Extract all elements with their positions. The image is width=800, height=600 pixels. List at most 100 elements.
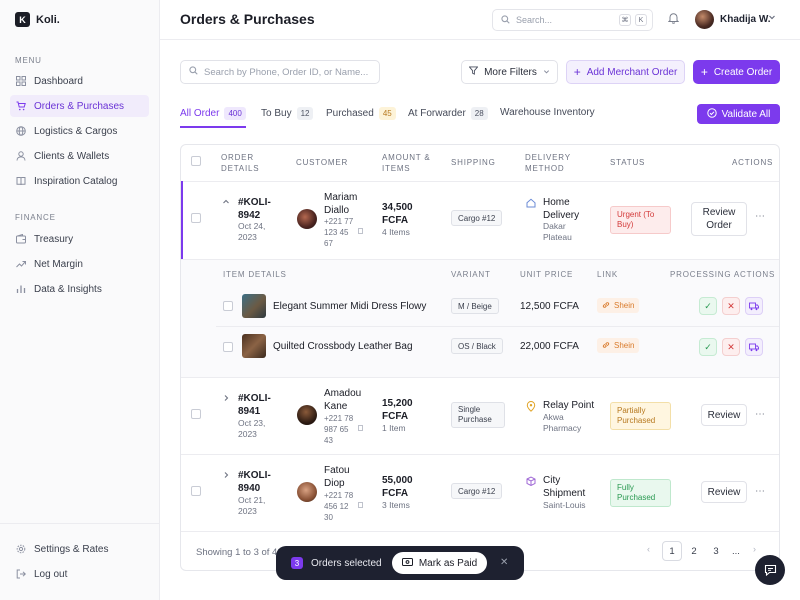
chevron-up-icon[interactable] bbox=[222, 198, 230, 208]
sidebar-item-treasury[interactable]: Treasury bbox=[10, 228, 149, 250]
delivery-method: Home Delivery bbox=[543, 197, 580, 221]
search-placeholder: Search... bbox=[516, 15, 553, 25]
copy-icon[interactable] bbox=[358, 227, 364, 236]
tab-label: To Buy bbox=[261, 108, 292, 119]
reject-x-icon[interactable]: ✕ bbox=[722, 338, 740, 356]
sidebar-item-logout[interactable]: Log out bbox=[10, 563, 149, 585]
customer-name: Mariam Diallo bbox=[324, 192, 358, 216]
copy-icon[interactable] bbox=[358, 424, 364, 433]
review-order-button[interactable]: Review Order bbox=[691, 202, 747, 236]
sidebar-item-clients[interactable]: Clients & Wallets bbox=[10, 145, 149, 167]
page-button-1[interactable]: 1 bbox=[662, 541, 682, 561]
more-filters-button[interactable]: More Filters bbox=[461, 60, 558, 84]
review-button[interactable]: Review bbox=[701, 404, 747, 426]
item-checkbox[interactable] bbox=[223, 301, 233, 311]
cash-icon bbox=[401, 557, 413, 569]
user-avatar[interactable] bbox=[695, 10, 714, 29]
sidebar-item-label: Inspiration Catalog bbox=[34, 175, 118, 187]
shortcut-key-k: K bbox=[635, 14, 647, 26]
column-header-amount-items: AMOUNT & ITEMS bbox=[382, 153, 431, 173]
link-label: Shein bbox=[614, 301, 635, 310]
tab-all-order[interactable]: All Order 400 bbox=[180, 107, 246, 120]
product-link[interactable]: Shein bbox=[597, 298, 640, 313]
menu-section-label: MENU bbox=[15, 56, 42, 65]
purchase-cart-icon[interactable] bbox=[745, 338, 763, 356]
brand[interactable]: K Koli. bbox=[15, 12, 60, 27]
sidebar-item-label: Data & Insights bbox=[34, 283, 102, 295]
sidebar-item-label: Dashboard bbox=[34, 75, 83, 87]
global-search-input[interactable]: Search... ⌘ K bbox=[492, 9, 653, 31]
delivery-method: City Shipment bbox=[543, 475, 586, 499]
approve-check-icon[interactable]: ✓ bbox=[699, 297, 717, 315]
delivery-location: Saint-Louis bbox=[543, 500, 586, 510]
tab-to-buy[interactable]: To Buy 12 bbox=[261, 107, 314, 120]
column-header-delivery-method: DELIVERY METHOD bbox=[525, 153, 571, 173]
order-search-input[interactable]: Search by Phone, Order ID, or Name... bbox=[180, 60, 380, 84]
top-header: Orders & Purchases Search... ⌘ K Khadija… bbox=[160, 0, 800, 40]
more-options-icon[interactable]: ⋯ bbox=[755, 409, 766, 420]
review-button[interactable]: Review bbox=[701, 481, 747, 503]
mark-as-paid-button[interactable]: Mark as Paid bbox=[392, 552, 487, 574]
search-icon bbox=[501, 14, 510, 26]
column-header-order-details: ORDER DETAILS bbox=[221, 153, 260, 173]
sidebar-item-insights[interactable]: Data & Insights bbox=[10, 278, 149, 300]
add-merchant-order-button[interactable]: + Add Merchant Order bbox=[566, 60, 685, 84]
trend-icon bbox=[16, 259, 26, 269]
reject-x-icon[interactable]: ✕ bbox=[722, 297, 740, 315]
item-name: Quilted Crossbody Leather Bag bbox=[273, 341, 413, 352]
sidebar-item-orders[interactable]: Orders & Purchases bbox=[10, 95, 149, 117]
chat-support-icon[interactable] bbox=[755, 555, 785, 585]
avatar bbox=[297, 405, 317, 425]
user-name[interactable]: Khadija W. bbox=[720, 14, 771, 25]
sidebar-item-dashboard[interactable]: Dashboard bbox=[10, 70, 149, 92]
row-checkbox[interactable] bbox=[191, 213, 201, 223]
order-id[interactable]: #KOLI-8942 bbox=[238, 196, 278, 222]
chevron-down-icon bbox=[543, 67, 550, 78]
order-id[interactable]: #KOLI-8940 bbox=[238, 469, 278, 495]
bar-chart-icon bbox=[16, 284, 26, 294]
more-options-icon[interactable]: ⋯ bbox=[755, 211, 766, 222]
sidebar-item-label: Orders & Purchases bbox=[34, 100, 125, 112]
status-badge: Partially Purchased bbox=[610, 402, 671, 430]
create-order-button[interactable]: + Create Order bbox=[693, 60, 780, 84]
brand-logo: K bbox=[15, 12, 30, 27]
sidebar-item-catalog[interactable]: Inspiration Catalog bbox=[10, 170, 149, 192]
tab-purchased[interactable]: Purchased 45 bbox=[326, 107, 396, 120]
chevron-right-icon[interactable] bbox=[222, 394, 230, 404]
validate-all-button[interactable]: Validate All bbox=[697, 104, 780, 124]
approve-check-icon[interactable]: ✓ bbox=[699, 338, 717, 356]
close-icon[interactable]: ✕ bbox=[500, 557, 508, 568]
tab-warehouse-inventory[interactable]: Warehouse Inventory bbox=[500, 107, 595, 118]
order-amount: 55,000 FCFA bbox=[382, 475, 413, 499]
link-icon bbox=[602, 341, 610, 351]
copy-icon[interactable] bbox=[358, 501, 364, 510]
sidebar-item-net-margin[interactable]: Net Margin bbox=[10, 253, 149, 275]
selected-count-badge: 3 bbox=[291, 557, 303, 569]
product-link[interactable]: Shein bbox=[597, 338, 640, 353]
sidebar-item-label: Treasury bbox=[34, 233, 74, 245]
chevron-right-icon[interactable] bbox=[222, 471, 230, 481]
page-button-3[interactable]: 3 bbox=[706, 541, 726, 561]
page-title: Orders & Purchases bbox=[180, 11, 315, 27]
select-all-checkbox[interactable] bbox=[191, 156, 201, 166]
shipping-chip: Single Purchase bbox=[451, 402, 505, 428]
row-divider bbox=[181, 377, 779, 378]
notification-bell-icon[interactable] bbox=[667, 12, 680, 27]
plus-icon: + bbox=[573, 65, 581, 79]
row-checkbox[interactable] bbox=[191, 409, 201, 419]
sidebar-item-logistics[interactable]: Logistics & Cargos bbox=[10, 120, 149, 142]
unit-price: 12,500 FCFA bbox=[520, 301, 579, 312]
order-amount: 15,200 FCFA bbox=[382, 398, 413, 422]
chevron-down-icon[interactable] bbox=[768, 13, 776, 23]
row-checkbox[interactable] bbox=[191, 486, 201, 496]
chevron-right-icon[interactable]: › bbox=[753, 544, 756, 554]
tab-at-forwarder[interactable]: At Forwarder 28 bbox=[408, 107, 488, 120]
sidebar-divider bbox=[0, 523, 159, 524]
purchase-cart-icon[interactable] bbox=[745, 297, 763, 315]
sidebar-item-settings[interactable]: Settings & Rates bbox=[10, 538, 149, 560]
order-id[interactable]: #KOLI-8941 bbox=[238, 392, 278, 418]
more-options-icon[interactable]: ⋯ bbox=[755, 486, 766, 497]
item-checkbox[interactable] bbox=[223, 342, 233, 352]
chevron-left-icon[interactable]: ‹ bbox=[647, 544, 650, 554]
page-button-2[interactable]: 2 bbox=[684, 541, 704, 561]
